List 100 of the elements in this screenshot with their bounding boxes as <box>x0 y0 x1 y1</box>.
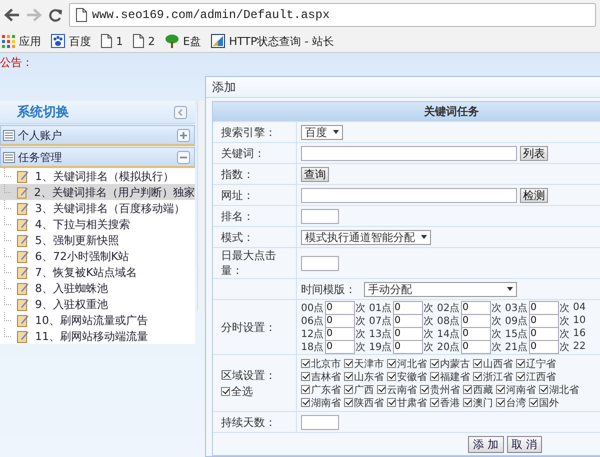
unit-label: 次 <box>492 328 502 340</box>
field-label: 日最大点击量： <box>221 248 277 278</box>
input-field[interactable] <box>301 208 339 224</box>
count-input[interactable]: 0 <box>528 314 559 328</box>
checkbox[interactable] <box>529 398 538 407</box>
bookmark-link[interactable]: E盘 <box>165 34 201 48</box>
pencil-note-icon <box>17 218 29 230</box>
checkbox[interactable] <box>463 385 472 394</box>
page-icon <box>76 8 87 22</box>
bookmark-link[interactable]: 应用 <box>2 34 41 48</box>
checkbox[interactable] <box>473 359 482 368</box>
sidebar-item[interactable]: 2、关键词排名（用户判断）独家 <box>0 184 195 200</box>
action-button[interactable]: 检测 <box>520 188 548 202</box>
bookmark-link[interactable]: 百度 <box>51 34 91 48</box>
checkbox[interactable] <box>516 372 525 381</box>
checkbox[interactable] <box>387 372 396 381</box>
input-field[interactable] <box>301 256 339 270</box>
hour-label: 12点 <box>301 328 324 340</box>
checkbox[interactable] <box>387 359 396 368</box>
checkbox[interactable] <box>496 398 505 407</box>
checkbox[interactable] <box>301 398 310 407</box>
pencil-note-icon <box>17 202 29 214</box>
bookmark-link[interactable]: 2 <box>133 34 155 48</box>
checkbox-label: 北京市 <box>311 358 341 370</box>
count-input[interactable]: 0 <box>324 314 355 328</box>
sidebar-item[interactable]: 1、关键词排名（模拟执行） <box>0 168 195 184</box>
checkbox[interactable] <box>301 372 310 381</box>
reload-icon[interactable] <box>48 8 63 22</box>
action-button[interactable]: 查询 <box>301 166 329 182</box>
count-input[interactable]: 0 <box>324 326 355 340</box>
sidebar-item[interactable]: 5、强制更新快照 <box>0 232 195 248</box>
checkbox-label: 福建省 <box>440 370 470 384</box>
checkbox[interactable] <box>463 398 472 407</box>
checkbox[interactable] <box>301 359 310 368</box>
select-field[interactable]: 手动分配 <box>364 282 517 296</box>
count-input[interactable]: 0 <box>460 300 491 314</box>
select-field[interactable]: 模式执行通道智能分配 <box>301 230 431 244</box>
count-input[interactable]: 0 <box>392 300 423 314</box>
count-input[interactable]: 0 <box>528 340 559 354</box>
checkbox[interactable] <box>301 385 310 394</box>
minus-icon[interactable] <box>177 150 190 164</box>
count-input[interactable]: 0 <box>324 300 355 314</box>
page-icon <box>101 34 112 48</box>
input-field[interactable] <box>301 146 517 160</box>
sidebar-item[interactable]: 9、入驻权重池 <box>0 296 195 312</box>
back-arrow-icon[interactable] <box>4 8 20 22</box>
checkbox[interactable] <box>344 372 353 381</box>
checkbox-label: 澳门 <box>473 396 493 410</box>
checkbox-label: 贵州省 <box>430 384 460 396</box>
checkbox[interactable] <box>344 385 353 394</box>
count-input[interactable]: 0 <box>324 340 355 354</box>
sidebar-group[interactable]: 任务管理 <box>0 147 195 168</box>
checkbox[interactable] <box>377 385 386 394</box>
sidebar-item[interactable]: 8、入驻蜘蛛池 <box>0 280 195 296</box>
sidebar-item[interactable]: 10、刷网站流量或广告 <box>0 312 195 328</box>
checkbox[interactable] <box>430 359 439 368</box>
caret-icon <box>333 130 339 134</box>
checkbox[interactable] <box>344 398 353 407</box>
bookmark-link[interactable]: HTTP状态查询 - 站长 <box>210 34 334 48</box>
form-button[interactable]: 添 加 <box>468 436 504 452</box>
select-field[interactable]: 百度 <box>301 124 343 140</box>
input-field[interactable] <box>301 414 339 430</box>
checkbox-label: 内蒙古 <box>440 358 470 370</box>
action-button[interactable]: 列表 <box>520 146 548 160</box>
checkbox[interactable] <box>420 385 429 394</box>
sidebar-item[interactable]: 3、关键词排名（百度移动端） <box>0 200 195 216</box>
sidebar-item[interactable]: 11、刷网站移动端流量 <box>0 328 195 344</box>
checkbox[interactable] <box>473 372 482 381</box>
count-input[interactable]: 0 <box>392 314 423 328</box>
checkbox[interactable] <box>430 372 439 381</box>
checkbox[interactable] <box>539 385 548 394</box>
count-input[interactable]: 0 <box>460 314 491 328</box>
checkbox[interactable] <box>496 385 505 394</box>
count-input[interactable]: 0 <box>392 340 423 354</box>
unit-label: 次 <box>356 302 366 314</box>
scrollbar[interactable] <box>197 101 205 311</box>
address-bar[interactable]: www.seo169.com/admin/Default.aspx <box>69 3 596 27</box>
field-label: 搜索引擎： <box>221 124 276 140</box>
sidebar-title: 系统切换 <box>17 104 69 121</box>
input-field[interactable] <box>301 188 517 202</box>
bookmark-link[interactable]: 1 <box>101 34 123 48</box>
count-input[interactable]: 0 <box>460 326 491 340</box>
sidebar-group[interactable]: 个人账户 <box>0 125 195 146</box>
checkbox[interactable] <box>387 398 396 407</box>
form-button[interactable]: 取 消 <box>506 436 542 452</box>
count-input[interactable]: 0 <box>460 340 491 354</box>
plus-icon[interactable] <box>177 128 190 142</box>
sidebar-item[interactable]: 4、下拉与相关搜索 <box>0 216 195 232</box>
checkbox[interactable] <box>344 359 353 368</box>
sidebar-item[interactable]: 7、恢复被K站点域名 <box>0 264 195 280</box>
checkbox[interactable] <box>221 387 230 396</box>
sidebar-item[interactable]: 6、72小时强制K站 <box>0 248 195 264</box>
checkbox[interactable] <box>516 359 525 368</box>
checkbox-label: 安徽省 <box>397 370 427 384</box>
count-input[interactable]: 0 <box>528 326 559 340</box>
count-input[interactable]: 0 <box>392 326 423 340</box>
field-label: 指数： <box>221 166 254 182</box>
checkbox-label: 湖北省 <box>549 384 579 396</box>
count-input[interactable]: 0 <box>528 300 559 314</box>
checkbox[interactable] <box>430 398 439 407</box>
